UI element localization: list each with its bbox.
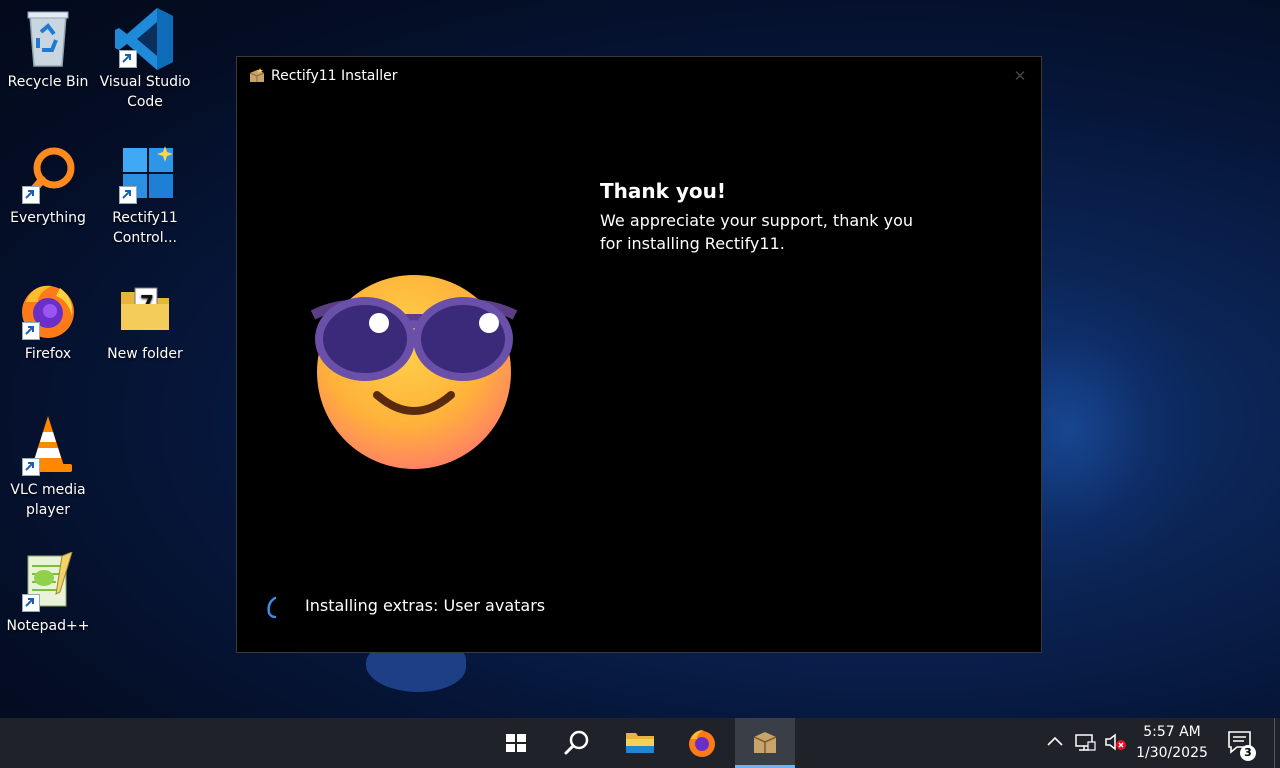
file-explorer-button[interactable] <box>610 718 670 768</box>
desktop-icon-label: Firefox <box>24 346 72 362</box>
shortcut-arrow-icon <box>22 458 40 476</box>
desktop-icon-firefox[interactable]: Firefox <box>0 280 96 364</box>
shortcut-arrow-icon <box>22 186 40 204</box>
installer-titlebar[interactable]: Rectify11 Installer ✕ <box>237 57 1041 95</box>
thank-you-message: We appreciate your support, thank you fo… <box>600 211 914 253</box>
desktop: Recycle Bin Visual Studio Code Everythin… <box>0 0 1280 718</box>
desktop-icon-label: VLC media player <box>10 482 86 518</box>
installation-status: Installing extras: User avatars <box>305 596 546 615</box>
firefox-taskbar-button[interactable] <box>672 718 732 768</box>
desktop-icon-notepadpp[interactable]: Notepad++ <box>0 552 96 636</box>
desktop-icon-recycle-bin[interactable]: Recycle Bin <box>0 8 96 92</box>
installer-box-icon <box>249 68 265 82</box>
rectify11-installer-taskbar-button[interactable] <box>735 718 795 768</box>
desktop-icon-vscode[interactable]: Visual Studio Code <box>97 8 193 112</box>
taskbar: 5:57 AM 1/30/2025 3 <box>0 718 1280 768</box>
desktop-icon-rectify11-control[interactable]: Rectify11 Control... <box>97 144 193 248</box>
desktop-icon-label: Rectify11 Control... <box>112 210 178 246</box>
firefox-icon <box>689 730 715 757</box>
shortcut-arrow-icon <box>119 50 137 68</box>
desktop-icon-vlc[interactable]: VLC media player <box>0 416 96 520</box>
clock-date: 1/30/2025 <box>1136 745 1208 761</box>
chevron-up-icon[interactable] <box>1046 732 1064 752</box>
desktop-icon-label: New folder <box>107 346 183 362</box>
rectify11-installer-icon <box>753 732 777 753</box>
installer-window: Rectify11 Installer ✕ Thank you! We appr… <box>236 56 1042 653</box>
installer-title: Rectify11 Installer <box>271 68 398 84</box>
system-clock[interactable]: 5:57 AM 1/30/2025 <box>1132 722 1212 764</box>
search-button[interactable] <box>546 718 606 768</box>
desktop-icon-label: Recycle Bin <box>7 74 89 90</box>
shortcut-arrow-icon <box>22 322 40 340</box>
shortcut-arrow-icon <box>22 594 40 612</box>
start-button[interactable] <box>486 718 546 768</box>
close-button[interactable]: ✕ <box>1007 63 1033 89</box>
search-icon <box>564 730 589 755</box>
start-icon <box>506 734 526 752</box>
desktop-icon-label: Everything <box>10 210 86 226</box>
desktop-icon-label: Notepad++ <box>6 618 90 634</box>
sunglasses-emoji-icon <box>310 275 518 469</box>
volume-muted-icon[interactable] <box>1104 732 1128 752</box>
file-explorer-icon <box>626 733 654 753</box>
shortcut-arrow-icon <box>119 186 137 204</box>
notification-count-badge: 3 <box>1240 745 1256 761</box>
show-desktop-button[interactable] <box>1274 718 1275 768</box>
loading-spinner-icon <box>267 596 277 619</box>
clock-time: 5:57 AM <box>1143 724 1201 740</box>
desktop-icon-everything[interactable]: Everything <box>0 144 96 228</box>
network-icon[interactable] <box>1074 732 1096 752</box>
desktop-icon-label: Visual Studio Code <box>99 74 191 110</box>
folder-icon: 7 <box>121 287 169 330</box>
desktop-icon-new-folder[interactable]: 7 New folder <box>97 280 193 364</box>
recycle-bin-icon <box>27 11 69 67</box>
thank-you-heading: Thank you! <box>600 179 727 203</box>
